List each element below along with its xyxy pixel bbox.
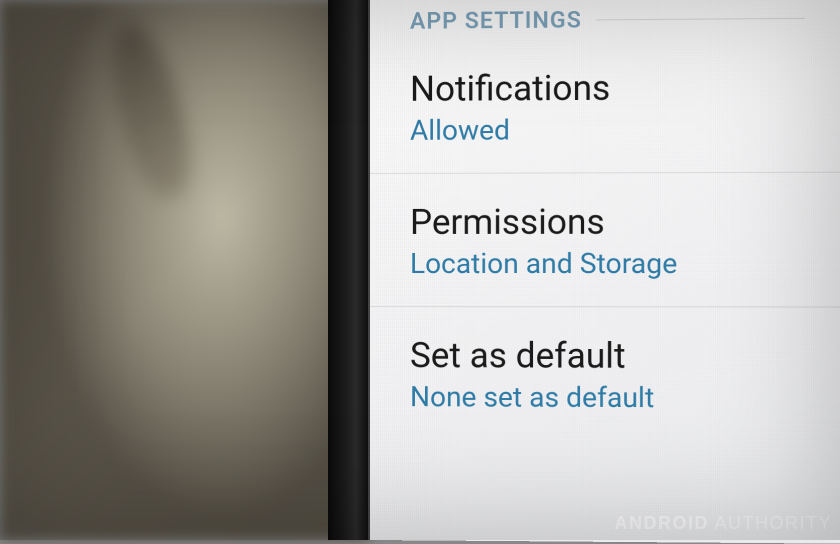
- phone-screen: APP SETTINGS Notifications Allowed Permi…: [370, 0, 840, 544]
- settings-row-title: Permissions: [410, 201, 805, 243]
- settings-row-permissions[interactable]: Permissions Location and Storage: [370, 173, 840, 308]
- section-header: APP SETTINGS: [370, 0, 840, 41]
- settings-row-value: Location and Storage: [410, 247, 805, 280]
- settings-row-title: Notifications: [410, 66, 805, 109]
- section-header-divider: [596, 18, 805, 21]
- settings-row-value: Allowed: [410, 112, 805, 147]
- background-photo: [0, 0, 370, 540]
- settings-row-value: None set as default: [410, 380, 805, 415]
- settings-row-title: Set as default: [410, 335, 805, 377]
- section-header-label: APP SETTINGS: [410, 6, 582, 34]
- settings-row-set-as-default[interactable]: Set as default None set as default: [370, 307, 840, 425]
- settings-row-notifications[interactable]: Notifications Allowed: [370, 38, 840, 174]
- phone-bezel: [328, 0, 370, 540]
